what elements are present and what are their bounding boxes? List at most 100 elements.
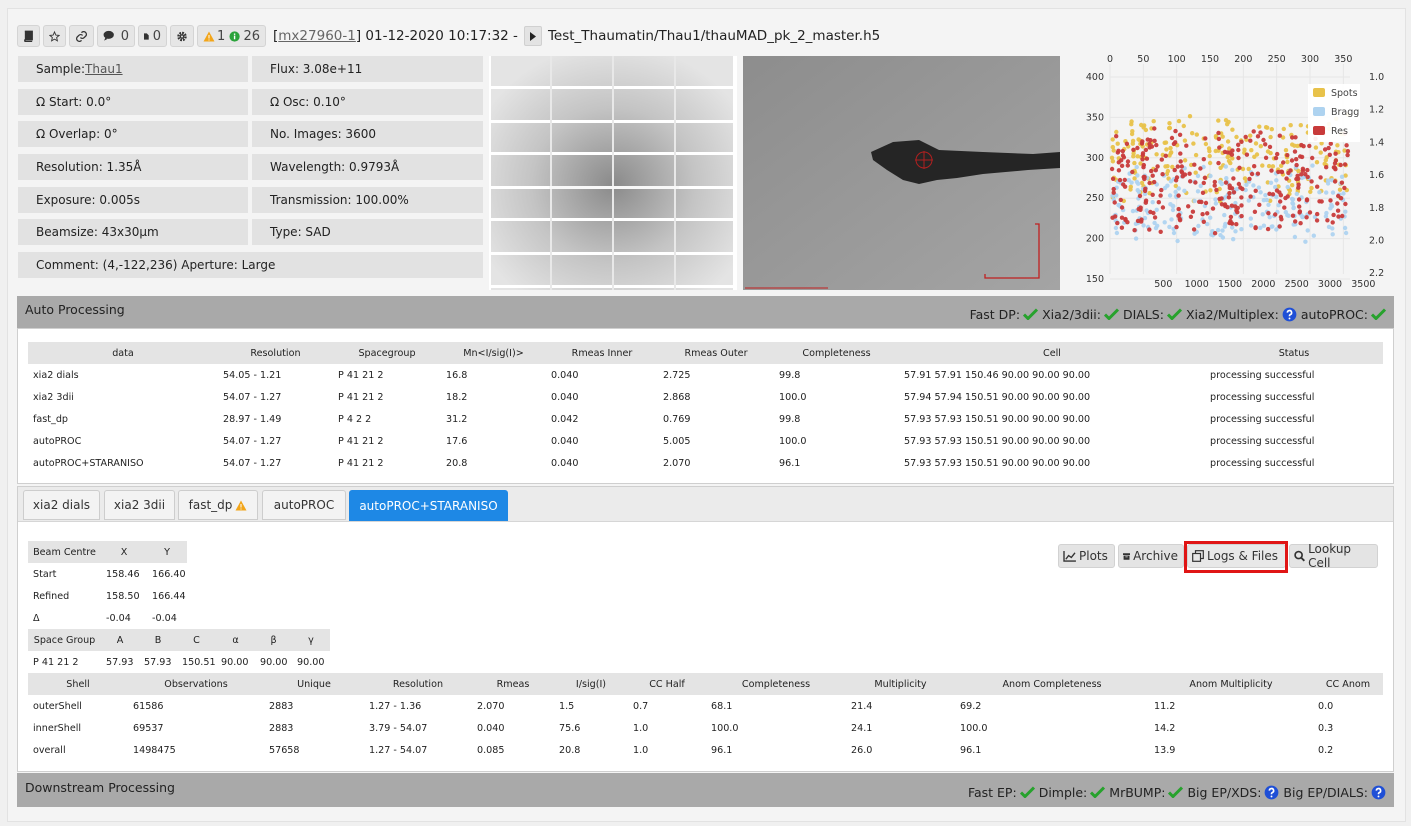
data-point (1248, 216, 1253, 221)
data-point (1339, 180, 1345, 185)
data-point (1335, 208, 1341, 213)
status-item[interactable]: Big EP/XDS: (1187, 785, 1279, 800)
lookup-cell-button[interactable]: Lookup Cell (1289, 542, 1378, 570)
column-header[interactable]: Multiplicity (846, 673, 955, 695)
settings-button[interactable] (170, 25, 194, 47)
favourite-button[interactable] (43, 25, 66, 47)
column-header[interactable]: CC Half (628, 673, 706, 695)
status-item[interactable]: Xia2/3dii: (1042, 307, 1119, 322)
column-header[interactable]: Shell (28, 673, 128, 695)
status-item[interactable]: Dimple: (1039, 785, 1106, 800)
archive-button[interactable]: Archive (1118, 544, 1184, 568)
data-point (1163, 164, 1168, 169)
plots-button[interactable]: Plots (1058, 544, 1115, 568)
column-header[interactable]: Resolution (364, 673, 472, 695)
table-row[interactable]: Refined 158.50 166.44 (28, 585, 187, 607)
column-header[interactable]: C (177, 629, 216, 651)
tab-autoproc-staraniso[interactable]: autoPROC+STARANISO (349, 490, 508, 521)
comments-button[interactable]: 0 (97, 25, 135, 47)
data-point (1201, 219, 1206, 224)
collection-filename: Test_Thaumatin/Thau1/thauMAD_pk_2_master… (547, 28, 881, 44)
column-header[interactable]: Completeness (774, 342, 899, 364)
tab-fast-dp[interactable]: fast_dp (178, 490, 258, 520)
link-button[interactable] (69, 25, 94, 47)
column-header[interactable]: Rmeas Inner (546, 342, 658, 364)
column-header[interactable]: Unique (264, 673, 364, 695)
sample-link[interactable]: Thau1 (85, 62, 123, 76)
column-header[interactable]: Rmeas Outer (658, 342, 774, 364)
column-header[interactable]: Status (1205, 342, 1383, 364)
column-header[interactable]: Completeness (706, 673, 846, 695)
check-icon (1371, 308, 1386, 320)
data-point (1201, 157, 1206, 162)
data-point (1228, 220, 1234, 226)
table-row[interactable]: innerShell 69537 2883 3.79 - 54.07 0.040 75.6… (28, 717, 1383, 739)
attachments-button[interactable]: 0 (138, 25, 167, 47)
status-item[interactable]: DIALS: (1123, 307, 1182, 322)
data-point (1176, 206, 1181, 212)
column-header[interactable]: β (255, 629, 292, 651)
tab-xia2-3dii[interactable]: xia2 3dii (104, 490, 175, 520)
column-header[interactable]: α (216, 629, 255, 651)
column-header[interactable]: I/sig(I) (554, 673, 628, 695)
status-item[interactable]: Xia2/Multiplex: (1186, 307, 1297, 322)
question-icon (1371, 785, 1386, 799)
table-row[interactable]: Δ -0.04 -0.04 (28, 607, 187, 629)
diffraction-image[interactable] (489, 56, 737, 290)
column-header[interactable]: Resolution (218, 342, 333, 364)
column-header[interactable]: data (28, 342, 218, 364)
status-item[interactable]: Big EP/DIALS: (1283, 785, 1386, 800)
table-row[interactable]: overall 1498475 57658 1.27 - 54.07 0.085 20.8… (28, 739, 1383, 761)
column-header[interactable]: Anom Multiplicity (1149, 673, 1313, 695)
table-row[interactable]: xia2 dials 54.05 - 1.21 P 41 21 2 16.8 0.040… (28, 364, 1383, 386)
table-row[interactable]: autoPROC+STARANISO 54.07 - 1.27 P 41 21 2 2… (28, 452, 1383, 474)
data-point (1137, 193, 1143, 199)
column-header[interactable]: Cell (899, 342, 1205, 364)
data-point (1224, 176, 1229, 181)
data-point (1269, 168, 1274, 173)
info-icon (229, 30, 240, 42)
column-header[interactable]: Y (147, 541, 187, 563)
downstream-processing-header[interactable]: Downstream Processing Fast EP: Dimple: MrB… (17, 773, 1394, 807)
data-point (1181, 123, 1186, 129)
data-point (1220, 228, 1225, 233)
column-header[interactable]: B (139, 629, 177, 651)
table-row[interactable]: fast_dp 28.97 - 1.49 P 4 2 2 31.2 0.042 0.769… (28, 408, 1383, 430)
column-header[interactable]: Mn<I/sig(I)> (441, 342, 546, 364)
column-header[interactable]: X (101, 541, 147, 563)
status-item[interactable]: autoPROC: (1301, 307, 1386, 322)
search-icon (1294, 550, 1305, 562)
column-header[interactable]: Rmeas (472, 673, 554, 695)
visit-link[interactable]: mx27960-1 (278, 28, 356, 44)
play-button[interactable] (523, 26, 542, 46)
data-point (1236, 147, 1241, 153)
data-point (1158, 229, 1163, 234)
auto-processing-header[interactable]: Auto Processing Fast DP: Xia2/3dii: DIALS:… (17, 296, 1394, 328)
column-header[interactable]: A (101, 629, 139, 651)
table-cell: 57658 (269, 744, 300, 756)
column-header[interactable]: Spacegroup (333, 342, 441, 364)
spot-finding-plot[interactable]: 0 50 100 150 200 250 300 350 400 350 300 250 200 150 1… (1070, 52, 1404, 290)
data-point (1133, 236, 1139, 241)
messages-button[interactable]: 1 26 (197, 25, 266, 47)
column-header[interactable]: Beam Centre (28, 541, 101, 563)
crystal-snapshot[interactable] (743, 56, 1060, 290)
table-row[interactable]: autoPROC 54.07 - 1.27 P 41 21 2 17.6 0.040 5.… (28, 430, 1383, 452)
status-label: MrBUMP: (1109, 784, 1166, 800)
column-header[interactable]: CC Anom (1313, 673, 1383, 695)
data-point (1162, 185, 1168, 191)
table-row[interactable]: xia2 3dii 54.07 - 1.27 P 41 21 2 18.2 0.040 2… (28, 386, 1383, 408)
status-item[interactable]: MrBUMP: (1109, 784, 1184, 800)
status-item[interactable]: Fast EP: (968, 785, 1035, 800)
status-item[interactable]: Fast DP: (970, 307, 1039, 322)
column-header[interactable]: Anom Completeness (955, 673, 1149, 695)
column-header[interactable]: γ (292, 629, 330, 651)
tab-autoproc[interactable]: autoPROC (262, 490, 346, 520)
column-header[interactable]: Space Group (28, 629, 101, 651)
table-row[interactable]: Start 158.46 166.40 (28, 563, 187, 585)
column-header[interactable]: Observations (128, 673, 264, 695)
book-icon-button[interactable] (17, 25, 40, 47)
right-tick-label: 2.2 (1369, 268, 1384, 279)
table-row[interactable]: outerShell 61586 2883 1.27 - 1.36 2.070 1.5 0.… (28, 695, 1383, 717)
tab-xia2-dials[interactable]: xia2 dials (23, 490, 100, 520)
